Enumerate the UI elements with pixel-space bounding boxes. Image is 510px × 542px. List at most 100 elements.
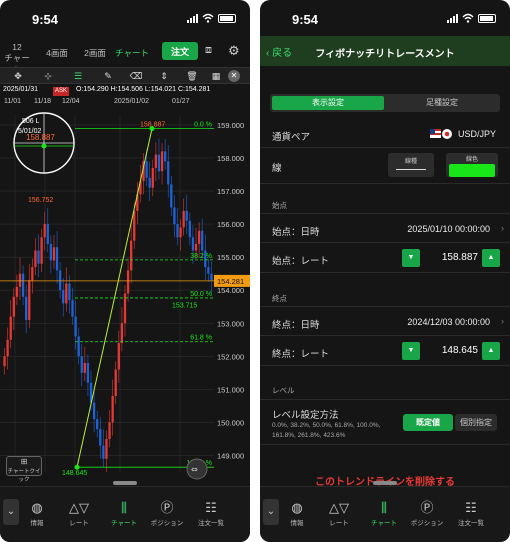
end-rate-value[interactable]: 148.645	[424, 345, 478, 356]
end-date-value: 2024/12/03 00:00:00	[407, 317, 490, 327]
high-label: 158.887	[140, 122, 165, 129]
candle	[163, 151, 167, 162]
start-date-row[interactable]: 始点：日時 2025/01/10 00:00:00 ›	[260, 213, 510, 243]
quote-ohlc: O:154.290 H:154.506 L:154.021 C:154.281	[76, 86, 211, 93]
nav-position[interactable]: Ⓟ ポジション	[146, 499, 188, 527]
y-tick-label: 153.000	[217, 319, 244, 328]
move-icon[interactable]: ✥	[4, 69, 32, 83]
list-icon: ☷	[465, 500, 477, 515]
candle	[102, 445, 105, 459]
candle	[18, 273, 22, 287]
pair-value: USD/JPY	[457, 129, 496, 139]
candle	[170, 184, 173, 208]
candle	[49, 243, 53, 261]
fibo-icon[interactable]: ☰	[64, 69, 92, 83]
decrement-button[interactable]: ▼	[402, 249, 420, 267]
start-rate-row: 始点：レート ▼ 158.887 ▲	[260, 243, 510, 273]
nav-info[interactable]: ◍ 情報	[16, 499, 58, 527]
candle	[74, 316, 77, 337]
price-chart[interactable]: 159.000 158.000 157.000 156.000 155.000 154.0…	[0, 97, 250, 487]
order-button[interactable]: 注文	[162, 42, 198, 60]
candle	[207, 267, 210, 274]
nav-order-list[interactable]: ☷ 注文一覧	[190, 499, 232, 527]
wifi-icon	[462, 13, 474, 23]
y-tick-label: 152.000	[217, 352, 244, 361]
candle	[9, 316, 12, 340]
nav-label: 情報	[30, 520, 44, 527]
nav-rate[interactable]: △▽ レート	[58, 499, 100, 527]
globe-icon: ◍	[291, 500, 303, 515]
end-rate-stepper[interactable]: ▼ 148.645 ▲	[402, 342, 500, 360]
tab-bar-settings[interactable]: 足種設定	[386, 96, 498, 110]
layout-icon[interactable]: ▦	[202, 69, 230, 83]
candle	[191, 237, 195, 251]
level-section-title: レベル	[272, 386, 295, 395]
battery-icon	[478, 13, 496, 23]
list-icon: ☷	[205, 500, 217, 515]
nav-chart[interactable]: ⫼ チャート	[103, 499, 145, 527]
candle	[55, 247, 59, 271]
end-rate-label: 終点：レート	[272, 349, 330, 360]
tab-4-screen[interactable]: 4画面	[42, 47, 72, 59]
candle	[99, 429, 102, 446]
bottom-nav: ⌄ ◍ 情報 △▽ レート ⫼ チャート Ⓟ ポジション ☷ 注文一覧	[260, 481, 510, 542]
candle	[21, 273, 25, 297]
candle	[37, 250, 40, 264]
y-tick-label: 157.000	[217, 187, 244, 196]
gear-icon[interactable]: ⚙	[228, 43, 240, 59]
line-type-button[interactable]: 線種	[388, 153, 434, 177]
candle	[34, 250, 37, 268]
chevron-right-icon: ›	[501, 223, 504, 233]
nav-position[interactable]: Ⓟ ポジション	[406, 499, 448, 527]
resize-arrows-icon: ⇔	[191, 465, 198, 474]
decrement-button[interactable]: ▼	[402, 342, 420, 360]
candle	[83, 362, 86, 373]
end-date-row[interactable]: 終点：日時 2024/12/03 00:00:00 ›	[260, 306, 510, 336]
nav-order-list[interactable]: ☷ 注文一覧	[450, 499, 492, 527]
battery-icon	[218, 13, 236, 23]
candle	[117, 343, 120, 370]
nav-rate[interactable]: △▽ レート	[318, 499, 360, 527]
chart-quick-label: チャートクイック	[7, 469, 41, 483]
header: ‹ 戻る フィボナッチリトレースメント	[260, 36, 510, 66]
screenshot-icon[interactable]: ⧈	[205, 44, 212, 57]
tab-2-screen[interactable]: 2画面	[82, 47, 108, 59]
increment-button[interactable]: ▲	[482, 249, 500, 267]
increment-button[interactable]: ▲	[482, 342, 500, 360]
nav-chart[interactable]: ⫼ チャート	[363, 499, 405, 527]
close-toolbar-icon[interactable]: ✕	[228, 70, 240, 82]
chart-quick-button[interactable]: ⊞ チャートクイック	[6, 456, 42, 483]
top-nav: 12 チャート 4画面 2画面 チャート 注文 ⧈ ⚙	[0, 40, 250, 75]
start-date-value: 2025/01/10 00:00:00	[407, 224, 490, 234]
candle	[15, 286, 19, 297]
candle	[31, 267, 34, 281]
nav-label: 注文一覧	[458, 520, 484, 527]
drag-handle[interactable]	[373, 481, 397, 485]
globe-icon: ◍	[31, 500, 43, 515]
chevron-right-icon: ›	[501, 316, 504, 326]
status-bar: 9:54	[0, 0, 250, 36]
end-rate-row: 終点：レート ▼ 148.645 ▲	[260, 336, 510, 366]
custom-level-button[interactable]: 個別指定	[455, 414, 497, 431]
drag-handle[interactable]	[113, 481, 137, 485]
default-level-button[interactable]: 既定値	[403, 414, 453, 431]
tab-display-settings[interactable]: 表示設定	[272, 96, 384, 110]
candle	[179, 227, 182, 238]
y-tick-label: 151.000	[217, 385, 244, 394]
nav-info[interactable]: ◍ 情報	[276, 499, 318, 527]
eraser-icon[interactable]: ⌫	[122, 69, 150, 83]
tab-chart[interactable]: チャート	[114, 47, 150, 59]
fib-level-label: 61.8 %	[190, 335, 212, 342]
candle	[145, 161, 148, 178]
start-rate-stepper[interactable]: ▼ 158.887 ▲	[402, 249, 500, 267]
candle	[185, 210, 188, 221]
crosshair-icon[interactable]: ⊹	[34, 69, 62, 83]
add-tool-icon[interactable]: ✎	[94, 69, 122, 83]
price-label: 156.752	[28, 197, 53, 204]
y-tick-label: 158.000	[217, 154, 244, 163]
candle	[46, 224, 49, 244]
fit-icon[interactable]: ⇕	[150, 69, 178, 83]
candle	[108, 422, 111, 439]
line-color-button[interactable]: 線色	[446, 153, 498, 177]
start-rate-value[interactable]: 158.887	[424, 252, 478, 263]
